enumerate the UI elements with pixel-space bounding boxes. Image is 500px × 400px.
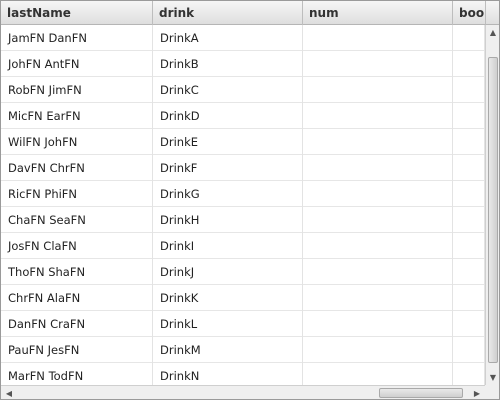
column-header-drink[interactable]: drink <box>153 1 303 25</box>
cell-drink[interactable]: DrinkL <box>153 311 303 337</box>
cell-lastname[interactable]: MarFN TodFN <box>1 363 153 385</box>
cell-lastname[interactable]: ChrFN AlaFN <box>1 285 153 311</box>
cell-lastname[interactable]: MicFN EarFN <box>1 103 153 129</box>
cell-bool[interactable] <box>453 363 485 385</box>
table-header: lastName drink num bool <box>1 1 485 25</box>
vertical-scroll-thumb[interactable] <box>488 57 498 363</box>
cell-lastname[interactable]: ChaFN SeaFN <box>1 207 153 233</box>
cell-drink[interactable]: DrinkC <box>153 77 303 103</box>
cell-num[interactable] <box>303 311 453 337</box>
table-row[interactable]: PauFN JesFN DrinkM <box>1 337 485 363</box>
cell-lastname[interactable]: DanFN CraFN <box>1 311 153 337</box>
scroll-right-icon[interactable]: ▶ <box>470 386 484 399</box>
cell-drink[interactable]: DrinkN <box>153 363 303 385</box>
column-header-lastname[interactable]: lastName <box>1 1 153 25</box>
scroll-up-icon[interactable]: ▲ <box>486 25 499 39</box>
horizontal-scrollbar[interactable]: ◀ ▶ <box>1 385 485 399</box>
cell-num[interactable] <box>303 155 453 181</box>
cell-drink[interactable]: DrinkJ <box>153 259 303 285</box>
table-row[interactable]: DavFN ChrFN DrinkF <box>1 155 485 181</box>
cell-num[interactable] <box>303 337 453 363</box>
table-row[interactable]: JamFN DanFN DrinkA <box>1 25 485 51</box>
scroll-left-icon[interactable]: ◀ <box>2 386 16 399</box>
cell-lastname[interactable]: JosFN ClaFN <box>1 233 153 259</box>
data-table: lastName drink num bool JamFN DanFNDrink… <box>0 0 500 400</box>
horizontal-scroll-thumb[interactable] <box>379 388 463 398</box>
cell-bool[interactable] <box>453 25 485 51</box>
table-row[interactable]: RicFN PhiFN DrinkG <box>1 181 485 207</box>
cell-num[interactable] <box>303 51 453 77</box>
cell-drink[interactable]: DrinkH <box>153 207 303 233</box>
cell-num[interactable] <box>303 129 453 155</box>
cell-num[interactable] <box>303 363 453 385</box>
cell-bool[interactable] <box>453 207 485 233</box>
cell-lastname[interactable]: JamFN DanFN <box>1 25 153 51</box>
cell-bool[interactable] <box>453 337 485 363</box>
cell-drink[interactable]: DrinkB <box>153 51 303 77</box>
scrollbar-corner <box>485 385 499 399</box>
table-row[interactable]: WilFN JohFN DrinkE <box>1 129 485 155</box>
cell-drink[interactable]: DrinkD <box>153 103 303 129</box>
table-row[interactable]: MicFN EarFN DrinkD <box>1 103 485 129</box>
cell-bool[interactable] <box>453 233 485 259</box>
table-row[interactable]: RobFN JimFN DrinkC <box>1 77 485 103</box>
cell-bool[interactable] <box>453 129 485 155</box>
cell-bool[interactable] <box>453 103 485 129</box>
cell-lastname[interactable]: PauFN JesFN <box>1 337 153 363</box>
column-header-num[interactable]: num <box>303 1 453 25</box>
cell-bool[interactable] <box>453 155 485 181</box>
cell-lastname[interactable]: JohFN AntFN <box>1 51 153 77</box>
table-row[interactable]: JohFN AntFN DrinkB <box>1 51 485 77</box>
cell-drink[interactable]: DrinkG <box>153 181 303 207</box>
cell-drink[interactable]: DrinkA <box>153 25 303 51</box>
header-corner <box>485 1 499 25</box>
cell-bool[interactable] <box>453 311 485 337</box>
scroll-down-icon[interactable]: ▼ <box>486 370 499 384</box>
cell-lastname[interactable]: RobFN JimFN <box>1 77 153 103</box>
cell-num[interactable] <box>303 285 453 311</box>
cell-num[interactable] <box>303 207 453 233</box>
cell-lastname[interactable]: DavFN ChrFN <box>1 155 153 181</box>
cell-lastname[interactable]: WilFN JohFN <box>1 129 153 155</box>
cell-bool[interactable] <box>453 77 485 103</box>
table-row[interactable]: ChrFN AlaFN DrinkK <box>1 285 485 311</box>
cell-drink[interactable]: DrinkE <box>153 129 303 155</box>
cell-bool[interactable] <box>453 259 485 285</box>
column-header-bool[interactable]: bool <box>453 1 485 25</box>
table-row[interactable]: JosFN ClaFN DrinkI <box>1 233 485 259</box>
cell-bool[interactable] <box>453 285 485 311</box>
table-row[interactable]: ChaFN SeaFN DrinkH <box>1 207 485 233</box>
cell-num[interactable] <box>303 259 453 285</box>
cell-lastname[interactable]: ThoFN ShaFN <box>1 259 153 285</box>
cell-bool[interactable] <box>453 181 485 207</box>
cell-lastname[interactable]: RicFN PhiFN <box>1 181 153 207</box>
table-row[interactable]: DanFN CraFN DrinkL <box>1 311 485 337</box>
cell-drink[interactable]: DrinkM <box>153 337 303 363</box>
cell-drink[interactable]: DrinkI <box>153 233 303 259</box>
cell-num[interactable] <box>303 25 453 51</box>
cell-num[interactable] <box>303 77 453 103</box>
table-row[interactable]: ThoFN ShaFN DrinkJ <box>1 259 485 285</box>
cell-num[interactable] <box>303 233 453 259</box>
cell-num[interactable] <box>303 181 453 207</box>
vertical-scrollbar[interactable]: ▲ ▼ <box>485 25 499 385</box>
table-row[interactable]: MarFN TodFN DrinkN <box>1 363 485 385</box>
cell-drink[interactable]: DrinkK <box>153 285 303 311</box>
cell-drink[interactable]: DrinkF <box>153 155 303 181</box>
cell-num[interactable] <box>303 103 453 129</box>
table-body: JamFN DanFN DrinkA JohFN AntFN DrinkB RobFN … <box>1 25 485 385</box>
cell-bool[interactable] <box>453 51 485 77</box>
